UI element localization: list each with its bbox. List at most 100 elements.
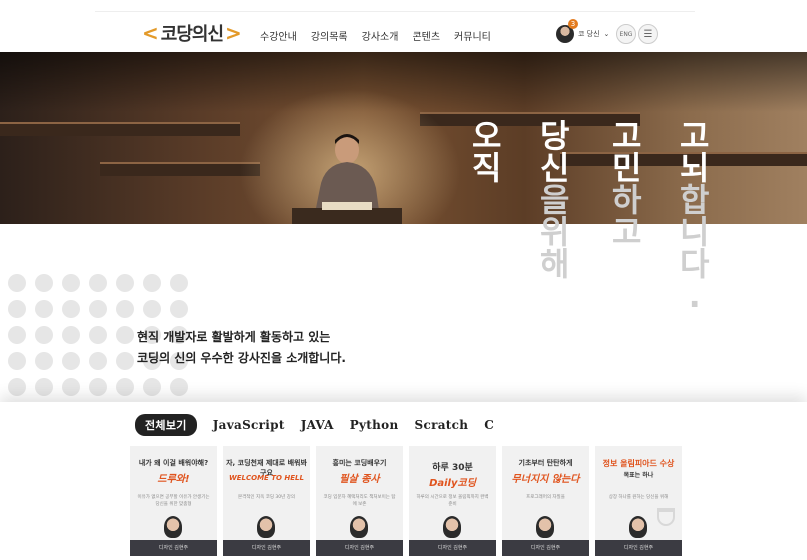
tab-all[interactable]: 전체보기 — [135, 414, 197, 436]
logo-text: 코당의신 — [160, 24, 224, 45]
tab-java[interactable]: JAVA — [301, 418, 334, 432]
language-button[interactable]: ENG — [616, 24, 636, 44]
card-footer: 디자인 김현주 — [502, 540, 589, 556]
dot-decoration — [62, 378, 80, 396]
dot-decoration — [143, 378, 161, 396]
card-description: 하루의 시간으로 정보 올림픽까지 완벽 준비 — [416, 495, 489, 507]
card-tagline: 정보 올림피아드 수상 — [602, 459, 675, 468]
hero-char: 니 — [680, 213, 710, 251]
card-footer: 디자인 김현주 — [316, 540, 403, 556]
instructor-card[interactable]: 하루 30분 Daily코딩 하루의 시간으로 정보 올림픽까지 완벽 준비 디… — [409, 446, 496, 556]
nav-item-community[interactable]: 커뮤니티 — [454, 28, 491, 43]
notification-badge: 3 — [568, 19, 578, 29]
card-tagline: 내가 왜 이걸 배워야해? — [138, 459, 209, 467]
dot-decoration — [35, 378, 53, 396]
card-description: 이유가 없으면 공부할 이유가 안생기는 당신을 위한 맞춤형 — [137, 495, 210, 507]
logo-bracket-left-icon: < — [142, 21, 159, 45]
hero-desk — [0, 122, 240, 136]
card-footer: 디자인 김현주 — [223, 540, 310, 556]
dot-decoration — [116, 352, 134, 370]
site-header: < 코당의신 > 수강안내 강의목록 강사소개 콘텐츠 커뮤니티 3 코 당신 … — [0, 14, 807, 54]
top-strip — [95, 0, 695, 12]
dot-decoration — [143, 274, 161, 292]
instructor-card[interactable]: 기초부터 탄탄하게 무너지지 않는다 프로그래머의 자질을 디자인 김현주 — [502, 446, 589, 556]
dot-decoration — [62, 274, 80, 292]
card-tagline: 흥미는 코딩배우기 — [332, 459, 387, 467]
dot-decoration — [116, 378, 134, 396]
nav-item-courses[interactable]: 강의목록 — [311, 28, 348, 43]
card-description: 상장 하나를 원하는 당신을 위해 — [608, 495, 669, 500]
card-headline: 필살 종사 — [339, 474, 380, 485]
dot-decoration — [62, 300, 80, 318]
card-headline: 드루와! — [157, 474, 190, 485]
dot-decoration — [35, 274, 53, 292]
instructor-photo — [164, 516, 182, 538]
dot-decoration — [170, 378, 188, 396]
hero-char: 당 — [540, 117, 570, 155]
chevron-down-icon: ⌄ — [603, 30, 610, 38]
instructor-card[interactable]: 흥미는 코딩배우기 필살 종사 코딩 입문자 혜택처리도 책처보이는 탑에 보존… — [316, 446, 403, 556]
hero-char: 신 — [540, 149, 570, 187]
logo-bracket-right-icon: > — [225, 21, 242, 45]
hero-text-column-1: 오 직 — [472, 120, 501, 184]
card-headline: 무너지지 않는다 — [511, 474, 580, 485]
dot-decoration — [8, 326, 26, 344]
hero-char: 직 — [472, 149, 502, 187]
instructor-card[interactable]: 자, 코딩천재 제대로 배워봐구요 WELCOME TO HELL 본격적인 지… — [223, 446, 310, 556]
hero-char: 을 — [540, 181, 570, 219]
site-logo[interactable]: < 코당의신 > — [142, 20, 242, 46]
instructor-photo — [536, 516, 554, 538]
dot-decoration — [116, 326, 134, 344]
dot-decoration — [89, 378, 107, 396]
tab-scratch[interactable]: Scratch — [415, 418, 469, 432]
dot-decoration — [35, 352, 53, 370]
dot-decoration — [89, 326, 107, 344]
instructor-card[interactable]: 정보 올림피아드 수상 목표는 하나 상장 하나를 원하는 당신을 위해 디자인… — [595, 446, 682, 556]
nav-item-instructors[interactable]: 강사소개 — [362, 28, 399, 43]
nav-item-contents[interactable]: 콘텐츠 — [412, 28, 440, 43]
dot-decoration — [89, 274, 107, 292]
tab-c[interactable]: C — [484, 418, 494, 432]
tab-python[interactable]: Python — [350, 418, 399, 432]
category-tabs: 전체보기 JavaScript JAVA Python Scratch C — [135, 414, 494, 436]
nav-item-guide[interactable]: 수강안내 — [260, 28, 297, 43]
hero-char: 고 — [612, 117, 642, 155]
dot-decoration — [35, 300, 53, 318]
card-headline: 목표는 하나 — [623, 472, 654, 479]
hero-char: 뇌 — [680, 149, 710, 187]
card-headline: Daily코딩 — [429, 478, 476, 489]
dot-decoration — [143, 300, 161, 318]
dot-decoration — [170, 274, 188, 292]
intro-text: 현직 개발자로 활발하게 활동하고 있는 코딩의 신의 우수한 강사진을 소개합… — [137, 327, 346, 369]
card-description: 프로그래머의 자질을 — [526, 495, 565, 500]
card-description: 본격적인 지옥 코딩 30년 강의 — [238, 495, 295, 500]
instructor-cards: 내가 왜 이걸 배워야해? 드루와! 이유가 없으면 공부할 이유가 안생기는 … — [130, 446, 682, 556]
dot-decoration — [89, 352, 107, 370]
card-tagline: 하루 30분 — [432, 463, 473, 473]
card-footer: 디자인 김현주 — [595, 540, 682, 556]
hero-char: 하 — [612, 181, 642, 219]
hero-char: . — [688, 277, 701, 315]
card-tagline: 기초부터 탄탄하게 — [518, 459, 573, 467]
hero-char: 민 — [612, 149, 642, 187]
dot-decoration — [62, 326, 80, 344]
hero-char: 오 — [472, 117, 502, 155]
card-footer: 디자인 김현주 — [409, 540, 496, 556]
hamburger-menu-icon[interactable]: ☰ — [638, 24, 658, 44]
user-menu[interactable]: 3 코 당신 ⌄ — [556, 19, 610, 43]
hero-text-column-2: 당 신 을 위 해 — [540, 120, 569, 280]
instructor-card[interactable]: 내가 왜 이걸 배워야해? 드루와! 이유가 없으면 공부할 이유가 안생기는 … — [130, 446, 217, 556]
dot-decoration — [62, 352, 80, 370]
hero-char: 고 — [680, 117, 710, 155]
dot-decoration — [8, 300, 26, 318]
hero-char: 다 — [680, 245, 710, 283]
hero-char: 해 — [540, 245, 570, 283]
card-headline: WELCOME TO HELL — [229, 474, 304, 482]
hero-char: 고 — [612, 213, 642, 251]
dot-decoration — [8, 352, 26, 370]
user-name: 코 당신 — [578, 30, 600, 38]
instructor-photo — [350, 516, 368, 538]
dot-decoration — [8, 378, 26, 396]
tab-javascript[interactable]: JavaScript — [213, 418, 285, 432]
intro-line: 코딩의 신의 우수한 강사진을 소개합니다. — [137, 351, 346, 365]
